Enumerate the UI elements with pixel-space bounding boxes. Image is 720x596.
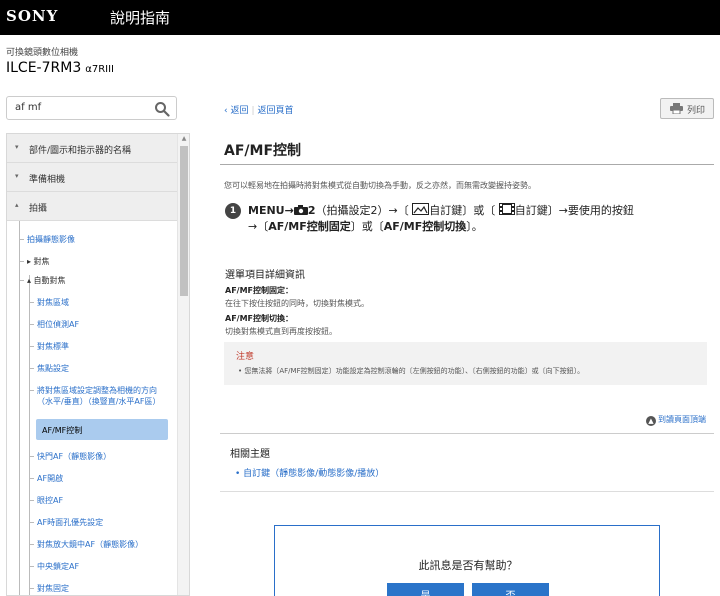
sidebar-item-af-on[interactable]: AF開啟 <box>29 473 63 484</box>
step-instructions: MENU→ 2（拍攝設定2）→〔 自訂鍵〕或〔 自訂鍵〕→要使用的按鈕 →〔AF/… <box>248 203 634 233</box>
chevron-up-icon: ▴ <box>15 201 19 209</box>
feedback-yes-button[interactable]: 是 <box>387 583 464 596</box>
option-title: AF/MF控制切換： <box>225 314 294 323</box>
step-number: 1 <box>225 203 241 219</box>
camera-icon <box>293 205 308 215</box>
home-link[interactable]: 返回頁首 <box>258 106 294 116</box>
sidebar-item-focus-area[interactable]: 對焦區域 <box>29 297 69 308</box>
site-title: 說明指南 <box>110 9 171 27</box>
sidebar-item-focus-settings[interactable]: 焦點設定 <box>29 363 69 374</box>
sidebar-scrollbar[interactable]: ▲ <box>177 134 189 595</box>
sony-logo[interactable]: SONY <box>6 7 58 25</box>
scroll-thumb[interactable] <box>180 146 188 296</box>
back-to-top-link[interactable]: ▲ 到讀頁面頂端 <box>646 414 706 426</box>
sidebar-section-parts[interactable]: ▾ 部件/圖示和指示器的名稱 <box>7 134 177 163</box>
sidebar: ▾ 部件/圖示和指示器的名稱 ▾ 準備相機 ▴ 拍攝 拍攝靜態影像 ▸ 對焦 ▴… <box>6 133 190 596</box>
sidebar-item-eye-af[interactable]: 眼控AF <box>29 495 63 506</box>
sidebar-section-shooting[interactable]: ▴ 拍攝 <box>7 192 177 221</box>
chevron-down-icon: ▾ <box>15 172 19 180</box>
note-text: • 您無法將〔AF/MF控制固定〕功能設定為控制滾輪的〔左側按鈕的功能〕、〔右側… <box>238 367 585 375</box>
model-name: ILCE-7RM3 α7RIII <box>6 60 114 76</box>
sidebar-item-focus[interactable]: ▸ 對焦 <box>19 256 50 267</box>
note-box: 注意 • 您無法將〔AF/MF控制固定〕功能設定為控制滾輪的〔左側按鈕的功能〕、… <box>224 342 707 385</box>
sidebar-item-af-focus-magnifier[interactable]: 對焦放大鏡中AF（靜態影像） <box>29 539 143 550</box>
search-box[interactable] <box>6 96 177 120</box>
arrow-up-icon: ▲ <box>646 416 656 426</box>
scroll-up-arrow-icon[interactable]: ▲ <box>178 134 189 144</box>
sidebar-item-orientation-af[interactable]: 將對焦區域設定調整為相機的方向（水平/垂直）（換豎直/水平AF區） <box>29 385 160 407</box>
related-heading: 相關主題 <box>230 449 270 460</box>
sidebar-item-phase-detection[interactable]: 相位偵測AF <box>29 319 79 330</box>
intro-text: 您可以輕易地在拍攝時將對焦模式從自動切換為手動，反之亦然，而無需改變握持姿勢。 <box>224 181 536 190</box>
option-title: AF/MF控制固定： <box>225 286 294 295</box>
sidebar-section-label: 準備相機 <box>29 175 66 185</box>
sidebar-item-still-images[interactable]: 拍攝靜態影像 <box>19 234 75 245</box>
model-alias: α7RIII <box>85 64 114 75</box>
related-link[interactable]: • 自訂鍵（靜態影像/動態影像/播放） <box>235 466 384 479</box>
sidebar-item-focus-standard[interactable]: 對焦標準 <box>29 341 69 352</box>
note-title: 注意 <box>236 352 255 362</box>
page-title: AF/MF控制 <box>224 143 302 159</box>
sidebar-item-focus-hold[interactable]: 對焦固定 <box>29 583 69 594</box>
sidebar-section-label: 部件/圖示和指示器的名稱 <box>29 146 132 156</box>
film-icon <box>498 203 515 215</box>
chevron-down-icon: ▾ <box>15 143 19 151</box>
search-icon[interactable] <box>154 101 170 117</box>
option-description: 在往下按住按鈕的同時，切換對焦模式。 <box>225 299 369 308</box>
model-code: ILCE-7RM3 <box>6 60 82 76</box>
sidebar-item-face-priority[interactable]: AF時面孔優先設定 <box>29 517 103 528</box>
search-input[interactable] <box>15 102 145 113</box>
printer-icon <box>670 103 683 114</box>
sidebar-item-shutter-af[interactable]: 快門AF（靜態影像） <box>29 451 111 462</box>
sidebar-section-label: 拍攝 <box>29 204 48 214</box>
top-bar: SONY 說明指南 <box>0 0 720 35</box>
related-bottom-divider <box>220 491 714 492</box>
sidebar-item-autofocus[interactable]: ▴ 自動對焦 <box>19 275 66 286</box>
print-button[interactable]: 列印 <box>660 98 714 119</box>
related-divider <box>220 433 714 434</box>
sidebar-item-af-mf-control[interactable]: AF/MF控制 <box>36 419 168 440</box>
feedback-no-button[interactable]: 否 <box>472 583 549 596</box>
feedback-question: 此訊息是否有幫助？ <box>418 559 518 572</box>
sidebar-section-preparing[interactable]: ▾ 準備相機 <box>7 163 177 192</box>
feedback-box: 此訊息是否有幫助？ 是 否 <box>274 525 660 596</box>
image-icon <box>412 203 430 215</box>
details-heading: 選單項目詳細資訊 <box>225 270 305 281</box>
product-category: 可換鏡頭數位相機 <box>6 48 79 58</box>
sidebar-item-center-lock-af[interactable]: 中央鎖定AF <box>29 561 79 572</box>
option-description: 切換對焦模式直到再度按按鈕。 <box>225 327 337 336</box>
title-divider <box>220 164 714 165</box>
breadcrumb: ‹ 返回 | 返回頁首 <box>224 106 294 116</box>
back-link[interactable]: ‹ 返回 <box>224 106 248 116</box>
print-label: 列印 <box>687 106 706 116</box>
